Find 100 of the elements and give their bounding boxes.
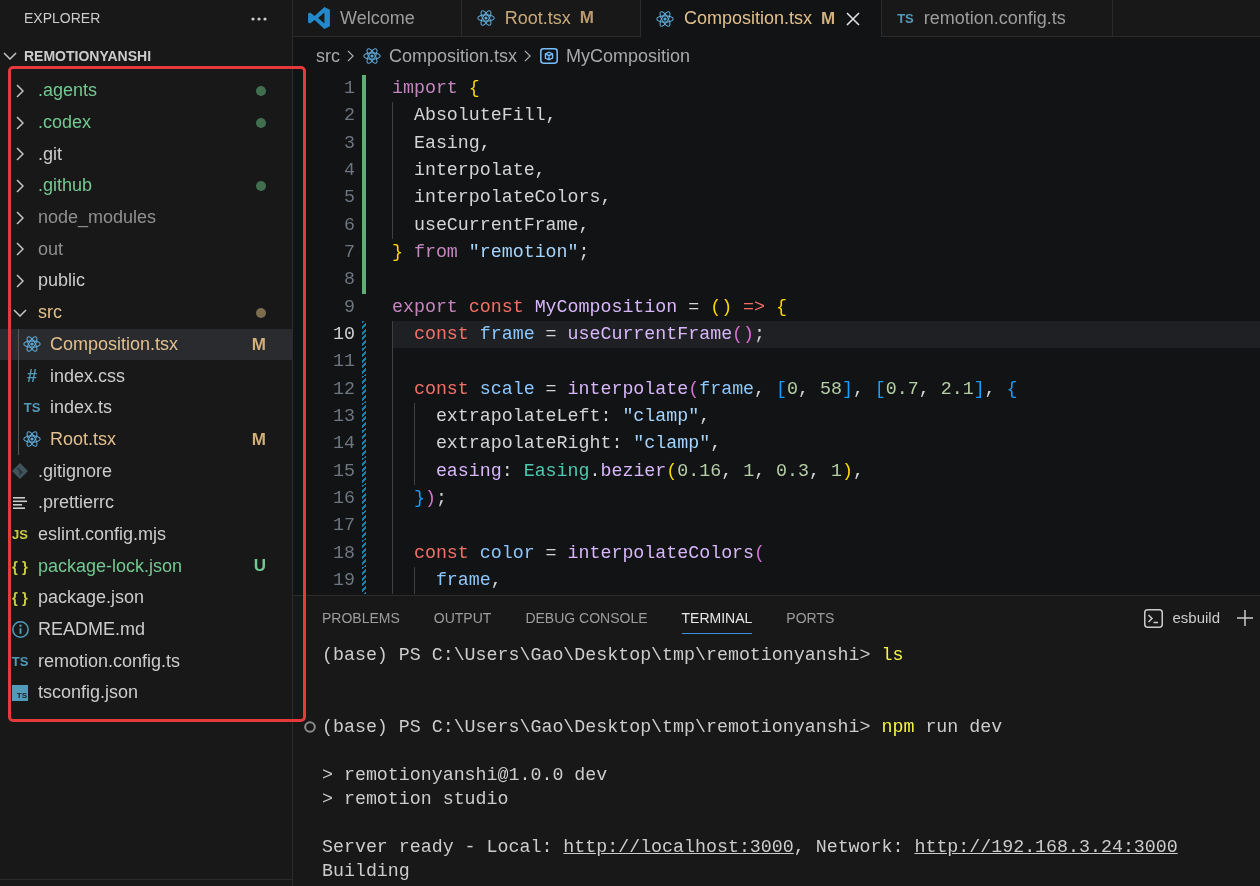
chevron-right-icon — [347, 50, 354, 62]
line-number: 19 — [332, 568, 355, 592]
file-item[interactable]: .prettierrc — [0, 486, 292, 519]
folder-item[interactable]: public — [0, 265, 292, 297]
file-item[interactable]: TS remotion.config.ts — [0, 645, 292, 678]
breadcrumb-item[interactable]: src — [316, 42, 340, 70]
code-line: easing: Easing.bezier(0.16, 1, 0.3, 1), — [392, 457, 1260, 485]
code-line: AbsoluteFill, — [392, 102, 1260, 130]
panel-tab[interactable]: PORTS — [786, 607, 835, 634]
atom-icon — [476, 10, 495, 26]
breadcrumb-item[interactable]: MyComposition — [540, 42, 691, 70]
ts-icon: TS — [23, 401, 41, 415]
more-icon[interactable] — [251, 16, 267, 21]
file-item[interactable]: { } package.json — [0, 582, 292, 614]
ts-icon: TS — [11, 654, 29, 668]
line-number: 6 — [343, 213, 355, 237]
breadcrumb-item[interactable]: Composition.tsx — [363, 42, 518, 70]
file-item[interactable]: Composition.tsx M — [0, 328, 292, 361]
folder-item[interactable]: .codex — [0, 106, 292, 139]
panel-tab[interactable]: PROBLEMS — [322, 607, 400, 634]
panel-tab[interactable]: TERMINAL — [681, 607, 753, 634]
atom-icon — [655, 10, 674, 27]
folder-item[interactable]: src — [0, 296, 292, 329]
line-number: 15 — [332, 459, 355, 483]
code-line: const scale = interpolate(frame, [0, 58], [0.7, 2.1], { — [392, 375, 1260, 403]
file-item[interactable]: TS index.ts — [0, 391, 292, 424]
terminal-instance-button[interactable]: esbuild — [1144, 606, 1220, 630]
terminal-line: > remotion studio — [322, 788, 509, 811]
line-number: 1 — [343, 77, 355, 100]
editor-tab[interactable]: Welcome — [293, 0, 462, 37]
code-line: const color = interpolateColors( — [392, 539, 1260, 567]
line-number: 12 — [332, 377, 355, 401]
chevron-right-icon — [524, 50, 532, 62]
terminal-line: Server ready - Local: http://localhost:3000, Network: http://192.168.3.24:3000 — [322, 836, 1178, 859]
git-status-label: M — [579, 7, 594, 30]
line-number: 9 — [343, 295, 355, 319]
git-status-label: M — [251, 333, 266, 356]
info-icon — [11, 621, 29, 639]
line-number: 8 — [343, 268, 355, 292]
file-item[interactable]: # index.css — [0, 360, 292, 392]
code-line: Easing, — [392, 129, 1260, 157]
line-number: 7 — [343, 240, 355, 264]
code-line: }); — [392, 484, 1260, 513]
plus-icon[interactable] — [1237, 610, 1253, 626]
file-item[interactable]: TS tsconfig.json — [0, 677, 292, 709]
code-line: interpolate, — [392, 157, 1260, 185]
editor-tab[interactable]: Composition.tsx M — [640, 0, 883, 37]
git-status-label: M — [251, 428, 266, 451]
code-line: interpolateColors, — [392, 184, 1260, 212]
atom-icon — [23, 431, 41, 448]
braces-icon: { } — [12, 590, 28, 606]
terminal-icon — [1144, 608, 1164, 628]
hash-icon: # — [27, 367, 37, 386]
folder-item[interactable]: .agents — [0, 75, 292, 107]
ts-icon: TS — [897, 11, 914, 25]
explorer-title: EXPLORER — [24, 9, 101, 28]
code-line: export const MyComposition = () => { — [392, 295, 788, 319]
app-logo-icon — [308, 7, 330, 29]
ts-tile-icon: TS — [12, 684, 28, 701]
file-item[interactable]: .gitignore — [0, 455, 292, 487]
code-line: import { — [392, 77, 481, 100]
project-folder-header[interactable]: REMOTIONYANSHI — [0, 37, 292, 75]
line-number: 11 — [332, 350, 355, 374]
terminal-line: (base) PS C:\Users\Gao\Desktop\tmp\remotionyanshi> npm run dev — [322, 716, 1003, 739]
folder-item[interactable]: out — [0, 233, 292, 266]
git-status-label: M — [820, 7, 836, 30]
close-icon[interactable] — [846, 11, 861, 26]
file-item[interactable]: JS eslint.config.mjs — [0, 518, 292, 551]
terminal-line: Building — [322, 860, 410, 883]
link[interactable]: http://localhost:3000 — [563, 837, 794, 857]
code-line: useCurrentFrame, — [392, 211, 1260, 239]
line-number: 16 — [332, 486, 355, 510]
js-icon: JS — [12, 527, 28, 541]
line-number: 17 — [332, 514, 355, 538]
line-number: 5 — [343, 186, 355, 210]
code-line: extrapolateLeft: "clamp", — [392, 402, 1260, 431]
editor-tab[interactable]: TS remotion.config.ts — [882, 0, 1113, 37]
line-number: 10 — [332, 322, 355, 346]
cube-icon — [540, 48, 559, 64]
editor-tab[interactable]: Root.tsx M — [461, 0, 641, 37]
line-number: 18 — [332, 541, 355, 565]
code-line: } from "remotion"; — [392, 240, 591, 264]
git-status-label: U — [253, 555, 266, 578]
diamond-icon — [12, 463, 28, 480]
file-item[interactable]: { } package-lock.json U — [0, 550, 292, 582]
atom-icon — [363, 48, 381, 64]
folder-item[interactable]: .github — [0, 170, 292, 202]
link[interactable]: http://192.168.3.24:3000 — [914, 837, 1178, 857]
atom-icon — [23, 336, 41, 353]
panel-tab[interactable]: OUTPUT — [433, 607, 492, 634]
file-item[interactable]: README.md — [0, 613, 292, 646]
file-item[interactable]: Root.tsx M — [0, 423, 292, 456]
code-line: extrapolateRight: "clamp", — [392, 430, 1260, 458]
line-number: 3 — [343, 131, 355, 155]
braces-icon: { } — [12, 558, 28, 574]
folder-item[interactable]: node_modules — [0, 201, 292, 234]
panel-tab[interactable]: DEBUG CONSOLE — [525, 607, 648, 634]
folder-item[interactable]: .git — [0, 138, 292, 171]
line-number: 4 — [343, 159, 355, 182]
lines-icon — [13, 496, 27, 509]
